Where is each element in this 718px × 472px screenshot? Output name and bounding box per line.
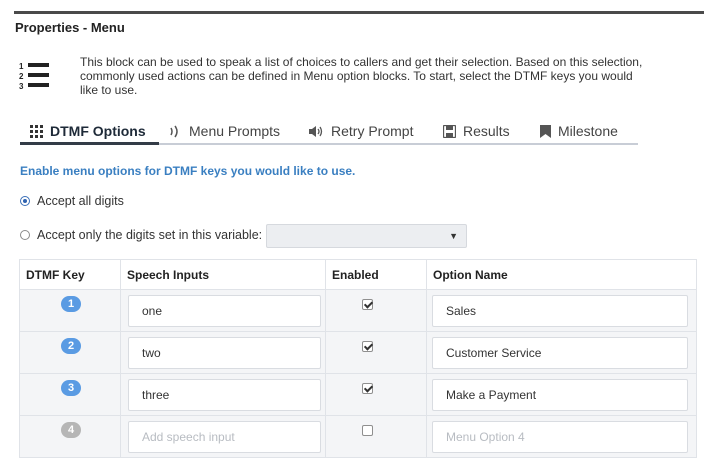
- speech-input[interactable]: three: [128, 378, 321, 411]
- panel-top-border: [14, 11, 704, 14]
- tab-label: DTMF Options: [50, 123, 146, 139]
- table-row: 2 two Customer Service: [19, 331, 697, 374]
- radio-accept-all[interactable]: Accept all digits: [20, 194, 124, 208]
- tab-label: Milestone: [558, 123, 618, 139]
- radio-label: Accept all digits: [37, 194, 124, 208]
- save-icon: [443, 124, 456, 138]
- option-name-input[interactable]: Menu Option 4: [432, 420, 688, 453]
- radio-accept-variable[interactable]: Accept only the digits set in this varia…: [20, 228, 262, 242]
- table-header-row: DTMF Key Speech Inputs Enabled Option Na…: [19, 259, 697, 290]
- dtmf-options-table: DTMF Key Speech Inputs Enabled Option Na…: [19, 259, 697, 458]
- table-row: 1 one Sales: [19, 289, 697, 332]
- svg-text:3: 3: [19, 82, 24, 91]
- radio-button[interactable]: [20, 230, 30, 240]
- tab-label: Retry Prompt: [331, 123, 414, 139]
- panel-description: This block can be used to speak a list o…: [80, 55, 643, 97]
- tab-milestone[interactable]: Milestone: [540, 117, 618, 145]
- column-header: DTMF Key: [19, 259, 121, 290]
- tab-bar: DTMF Options Menu Prompts Retry Prompt R…: [20, 117, 638, 145]
- grid-icon: [30, 124, 43, 138]
- dtmf-key-badge: 4: [61, 421, 81, 438]
- active-tab-indicator: [20, 142, 159, 145]
- bookmark-icon: [540, 124, 551, 138]
- svg-text:2: 2: [19, 72, 24, 81]
- svg-text:1: 1: [19, 62, 24, 71]
- speech-input[interactable]: two: [128, 336, 321, 369]
- radio-button[interactable]: [20, 196, 30, 206]
- dtmf-key-badge: 3: [61, 379, 81, 396]
- speech-input[interactable]: one: [128, 294, 321, 327]
- option-name-input[interactable]: Customer Service: [432, 336, 688, 369]
- caret-down-icon: ▼: [449, 231, 458, 241]
- tab-label: Results: [463, 123, 510, 139]
- option-name-input[interactable]: Make a Payment: [432, 378, 688, 411]
- enabled-checkbox[interactable]: [362, 424, 373, 436]
- column-header: Enabled: [325, 259, 427, 290]
- tab-menu-prompts[interactable]: Menu Prompts: [170, 117, 280, 145]
- numbered-list-icon: 1 2 3: [19, 62, 49, 91]
- panel-title: Properties - Menu: [15, 20, 125, 35]
- speaker-waves-icon: [170, 125, 182, 138]
- speech-input[interactable]: Add speech input: [128, 420, 321, 453]
- tab-retry-prompt[interactable]: Retry Prompt: [309, 117, 413, 145]
- radio-label: Accept only the digits set in this varia…: [37, 228, 263, 242]
- option-name-input[interactable]: Sales: [432, 294, 688, 327]
- tab-dtmf-options[interactable]: DTMF Options: [30, 117, 146, 145]
- table-row: 3 three Make a Payment: [19, 373, 697, 416]
- enabled-checkbox[interactable]: [362, 340, 373, 352]
- column-header: Speech Inputs: [120, 259, 326, 290]
- speaker-icon: [309, 125, 324, 138]
- variable-select[interactable]: ▼: [266, 224, 467, 248]
- tab-label: Menu Prompts: [189, 123, 281, 139]
- dtmf-key-badge: 1: [61, 295, 81, 312]
- column-header: Option Name: [426, 259, 697, 290]
- enabled-checkbox[interactable]: [362, 382, 373, 394]
- dtmf-key-badge: 2: [61, 337, 81, 354]
- tab-results[interactable]: Results: [443, 117, 510, 145]
- enable-options-heading: Enable menu options for DTMF keys you wo…: [20, 164, 356, 178]
- table-row: 4 Add speech input Menu Option 4: [19, 415, 697, 458]
- enabled-checkbox[interactable]: [362, 298, 373, 310]
